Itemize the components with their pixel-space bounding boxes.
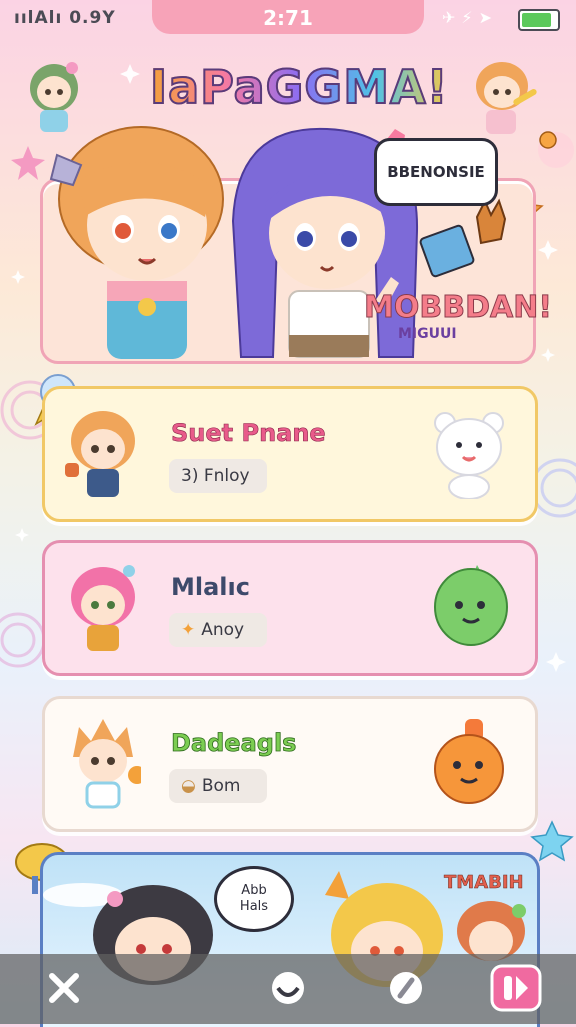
- nav-tools-button[interactable]: [36, 960, 92, 1016]
- hero-subtitle-small: MIGUUI: [398, 326, 457, 342]
- card-title: Mlalıc: [171, 573, 250, 601]
- character-card-2[interactable]: Mlalıc ✦ Anoy: [42, 540, 538, 676]
- orange-blob-icon: [434, 719, 504, 804]
- card-title: Dadeagls: [171, 729, 297, 758]
- spiky-hair-avatar: [73, 719, 141, 809]
- banner-tag: TMABIH: [444, 872, 524, 894]
- pen-nib-icon: [390, 972, 422, 1004]
- white-bear-icon: [434, 412, 504, 499]
- banner-speech-bubble: Abb Hals: [214, 866, 294, 932]
- card-action-chip[interactable]: 3) Fnloy: [169, 459, 267, 493]
- sparkle-icon: ✦: [181, 620, 196, 640]
- bread-icon: ◒: [181, 776, 196, 796]
- nav-pen-button[interactable]: [378, 960, 434, 1016]
- app-title: IaPaGGMA!: [149, 59, 449, 115]
- pink-play-icon: [490, 964, 542, 1012]
- hero-speech-bubble: BBENONSIE: [374, 138, 498, 206]
- pink-hair-avatar: [71, 565, 135, 651]
- hero-subtitle: MOBBDAN!: [364, 290, 553, 326]
- wrench-cross-icon: [49, 973, 79, 1003]
- chat-bubble-icon: [272, 972, 304, 1004]
- character-card-1[interactable]: Suet Pnane 3) Fnloy: [42, 386, 538, 522]
- nav-play-button[interactable]: [488, 960, 544, 1016]
- map-sticker: [419, 224, 475, 278]
- orange-hair-character: [49, 126, 224, 359]
- green-ghost-icon: [434, 565, 508, 646]
- nav-home-button[interactable]: [260, 960, 316, 1016]
- card-title: Suet Pnane: [171, 419, 326, 448]
- fox-sticker: [475, 198, 507, 245]
- character-card-3[interactable]: Dadeagls ◒ Bom: [42, 696, 538, 832]
- card-action-chip[interactable]: ✦ Anoy: [169, 613, 267, 647]
- orange-hair-avatar: [65, 411, 135, 497]
- card-action-chip[interactable]: ◒ Bom: [169, 769, 267, 803]
